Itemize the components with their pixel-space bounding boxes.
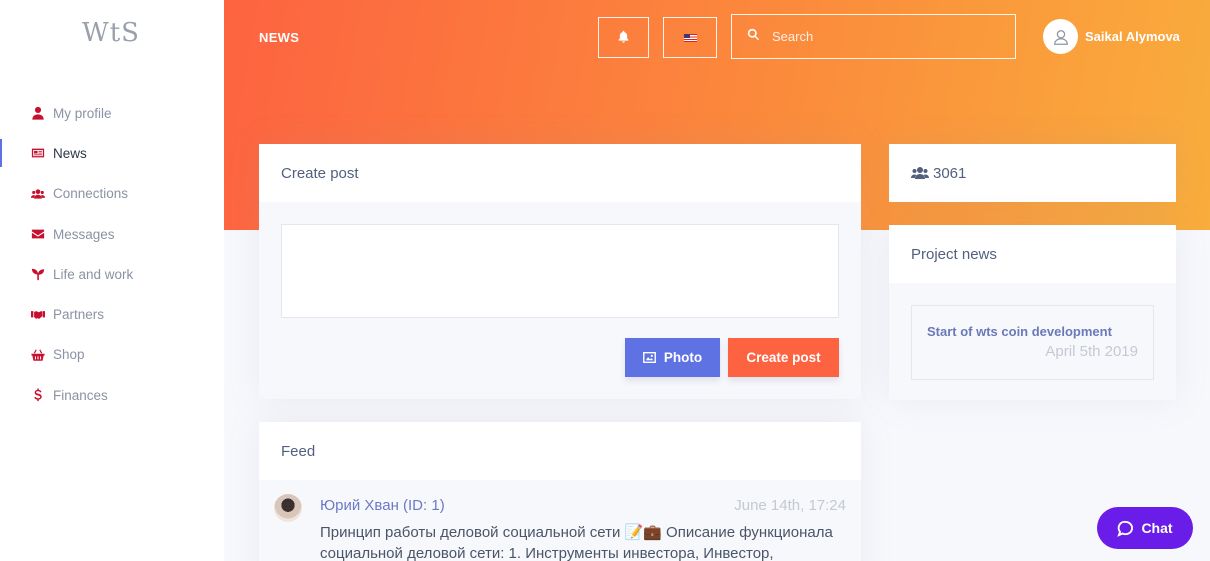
sidebar-item-label: Shop xyxy=(53,347,85,363)
dollar-icon xyxy=(30,387,46,403)
sidebar: WtS My profile News Connections Messages xyxy=(0,0,224,561)
photo-button[interactable]: Photo xyxy=(625,338,720,377)
post-timestamp: June 14th, 17:24 xyxy=(734,497,846,514)
handshake-icon xyxy=(30,307,46,323)
search-input[interactable] xyxy=(772,29,992,44)
chat-button[interactable]: Chat xyxy=(1097,507,1193,549)
sidebar-item-connections[interactable]: Connections xyxy=(0,174,224,214)
feed-post: Юрий Хван (ID: 1) June 14th, 17:24 Принц… xyxy=(259,480,861,561)
chat-button-label: Chat xyxy=(1141,520,1173,536)
avatar[interactable] xyxy=(274,494,302,522)
sidebar-item-label: Finances xyxy=(53,387,108,403)
logo[interactable]: WtS xyxy=(82,18,140,48)
create-post-button[interactable]: Create post xyxy=(728,338,839,377)
news-item[interactable]: Start of wts coin development April 5th … xyxy=(911,305,1154,380)
sidebar-item-partners[interactable]: Partners xyxy=(0,294,224,334)
newspaper-icon xyxy=(30,145,46,161)
feed-title: Feed xyxy=(259,422,861,480)
create-post-card: Create post Photo Create post xyxy=(259,144,861,399)
avatar xyxy=(1043,19,1078,54)
sidebar-nav: My profile News Connections Messages Lif… xyxy=(0,93,224,415)
post-textarea[interactable] xyxy=(281,224,839,318)
sidebar-item-label: My profile xyxy=(53,105,112,121)
user-outline-icon xyxy=(1053,29,1068,45)
language-button[interactable] xyxy=(663,17,717,58)
post-text: Принцип работы деловой социальной сети 📝… xyxy=(320,524,833,561)
project-news-card: Project news Start of wts coin developme… xyxy=(889,225,1176,400)
news-item-date: April 5th 2019 xyxy=(1045,343,1138,360)
post-author[interactable]: Юрий Хван (ID: 1) xyxy=(320,497,445,514)
members-count-card: 3061 xyxy=(889,144,1176,202)
create-post-title: Create post xyxy=(259,144,861,202)
users-icon xyxy=(30,186,46,202)
sidebar-item-my-profile[interactable]: My profile xyxy=(0,93,224,133)
sidebar-item-messages[interactable]: Messages xyxy=(0,214,224,254)
sidebar-item-label: Connections xyxy=(53,186,129,202)
news-item-title[interactable]: Start of wts coin development xyxy=(927,324,1138,339)
sidebar-item-life-and-work[interactable]: Life and work xyxy=(0,254,224,294)
user-name: Saikal Alymova xyxy=(1085,29,1180,44)
project-news-title: Project news xyxy=(889,225,1176,283)
search-box xyxy=(731,14,1016,59)
notifications-button[interactable] xyxy=(598,17,649,58)
us-flag-icon xyxy=(683,33,697,42)
sidebar-item-label: Messages xyxy=(53,226,115,242)
sidebar-item-shop[interactable]: Shop xyxy=(0,335,224,375)
sidebar-item-news[interactable]: News xyxy=(0,133,224,173)
photo-button-label: Photo xyxy=(663,350,703,365)
search-icon xyxy=(747,28,772,46)
bell-icon xyxy=(617,30,630,46)
user-icon xyxy=(30,105,46,121)
page-title: NEWS xyxy=(259,30,300,45)
sidebar-item-label: Partners xyxy=(53,307,105,323)
sidebar-item-finances[interactable]: Finances xyxy=(0,375,224,415)
seedling-icon xyxy=(30,266,46,282)
chat-bubble-icon xyxy=(1117,520,1134,537)
image-icon xyxy=(642,352,656,363)
sidebar-item-label: News xyxy=(53,145,87,161)
users-icon xyxy=(911,167,929,179)
basket-icon xyxy=(30,347,46,363)
user-menu[interactable]: Saikal Alymova xyxy=(1043,19,1180,54)
members-count: 3061 xyxy=(933,164,967,182)
feed-card: Feed Юрий Хван (ID: 1) June 14th, 17:24 … xyxy=(259,422,861,561)
envelope-icon xyxy=(30,226,46,242)
sidebar-item-label: Life and work xyxy=(53,266,134,282)
